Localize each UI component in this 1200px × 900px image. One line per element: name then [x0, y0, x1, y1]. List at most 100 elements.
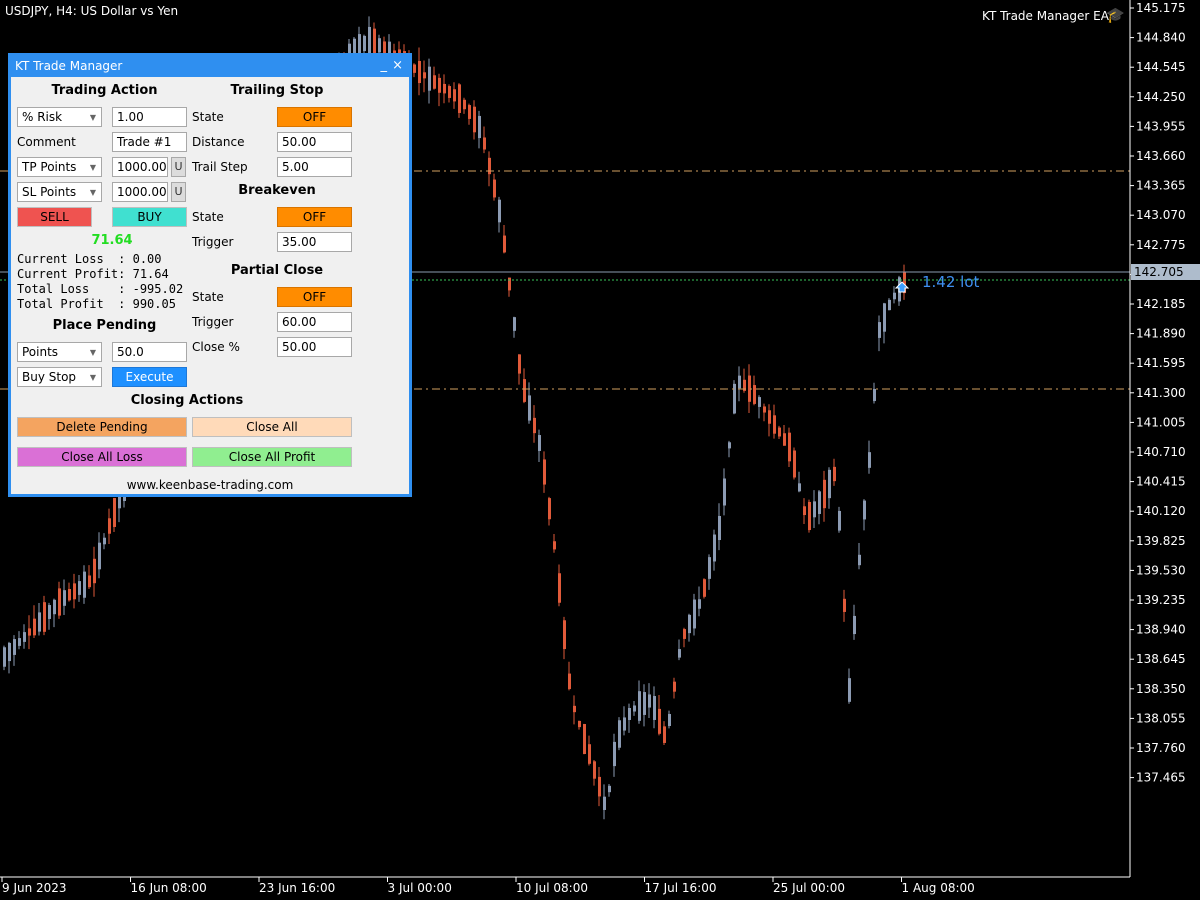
candle-body [588, 744, 591, 764]
time-tick-label: 1 Aug 08:00 [902, 881, 975, 895]
sl-mode-select[interactable]: SL Points ▼ [17, 182, 102, 202]
execute-button[interactable]: Execute [112, 367, 187, 387]
candle-body [818, 491, 821, 514]
candle-body [448, 86, 451, 98]
candle-body [38, 612, 41, 632]
pending-value-input[interactable]: 50.0 [112, 342, 187, 362]
candle-body [463, 99, 466, 110]
tp-value-input[interactable]: 1000.00 [112, 157, 168, 177]
total-loss-stat: Total Loss : -995.02 [17, 282, 184, 296]
tp-unit-button[interactable]: U [171, 157, 186, 177]
candle-body [723, 478, 726, 506]
distance-input[interactable]: 50.00 [277, 132, 352, 152]
breakeven-state-toggle[interactable]: OFF [277, 207, 352, 227]
comment-input[interactable]: Trade #1 [112, 132, 187, 152]
candle-body [863, 500, 866, 520]
candle-body [378, 38, 381, 53]
trail-step-label: Trail Step [192, 160, 248, 174]
time-tick-label: 9 Jun 2023 [2, 881, 67, 895]
price-tick-label: 138.940 [1136, 623, 1186, 637]
trailing-state-toggle[interactable]: OFF [277, 107, 352, 127]
price-tick-label: 137.760 [1136, 741, 1186, 755]
candle-body [663, 726, 666, 743]
profit-display: 71.64 [91, 233, 133, 248]
pending-mode-select[interactable]: Points ▼ [17, 342, 102, 362]
partial-close-header: Partial Close [230, 263, 324, 278]
candle-body [888, 299, 891, 311]
candle-body [583, 724, 586, 754]
candle-body [833, 466, 836, 482]
price-tick-label: 141.300 [1136, 386, 1186, 400]
panel-titlebar[interactable]: KT Trade Manager _ × [11, 53, 409, 77]
sell-button[interactable]: SELL [17, 207, 92, 227]
candle-body [568, 673, 571, 690]
close-percent-input[interactable]: 50.00 [277, 337, 352, 357]
candle-body [738, 375, 741, 389]
close-all-loss-button[interactable]: Close All Loss [17, 447, 187, 467]
trailing-state-label: State [192, 110, 224, 124]
candle-body [433, 75, 436, 89]
partial-trigger-input[interactable]: 60.00 [277, 312, 352, 332]
candle-body [468, 105, 471, 119]
partial-trigger-label: Trigger [192, 315, 234, 329]
candle-body [553, 541, 556, 550]
sl-unit-button[interactable]: U [171, 182, 186, 202]
partial-state-label: State [192, 290, 224, 304]
sl-value-input[interactable]: 1000.00 [112, 182, 168, 202]
candle-body [858, 554, 861, 566]
trail-step-input[interactable]: 5.00 [277, 157, 352, 177]
pending-type-select[interactable]: Buy Stop ▼ [17, 367, 102, 387]
candle-body [523, 379, 526, 402]
price-tick-label: 143.070 [1136, 208, 1186, 222]
time-axis: 9 Jun 2023 16 Jun 08:00 23 Jun 16:00 3 Jul … [1, 877, 975, 895]
candle-body [728, 442, 731, 449]
candle-body [368, 26, 371, 56]
candle-body [558, 573, 561, 603]
candle-body [68, 588, 71, 601]
candle-body [733, 383, 736, 414]
time-tick-label: 17 Jul 16:00 [645, 881, 717, 895]
time-tick-label: 3 Jul 00:00 [388, 881, 452, 895]
candle-body [618, 720, 621, 748]
price-tick-label: 143.955 [1136, 119, 1186, 133]
close-all-button[interactable]: Close All [192, 417, 352, 437]
candle-body [438, 77, 441, 93]
partial-state-toggle[interactable]: OFF [277, 287, 352, 307]
candle-body [848, 678, 851, 702]
website-link[interactable]: www.keenbase-trading.com [11, 478, 409, 492]
candle-body [563, 620, 566, 650]
tp-mode-select[interactable]: TP Points ▼ [17, 157, 102, 177]
candle-body [23, 632, 26, 642]
chevron-down-icon: ▼ [89, 113, 96, 122]
candle-body [413, 64, 416, 73]
current-profit-stat: Current Profit: 71.64 [17, 267, 169, 281]
delete-pending-button[interactable]: Delete Pending [17, 417, 187, 437]
candle-body [763, 406, 766, 413]
current-price-label: 142.705 [1134, 265, 1184, 279]
price-tick-label: 137.465 [1136, 771, 1186, 785]
minimize-icon[interactable]: _ [381, 53, 388, 79]
candle-body [3, 647, 6, 667]
graduation-cap-icon[interactable]: 🎓 [1106, 6, 1125, 24]
pending-type-value: Buy Stop [22, 370, 77, 384]
price-tick-label: 142.775 [1136, 238, 1186, 252]
close-all-profit-button[interactable]: Close All Profit [192, 447, 352, 467]
buy-button[interactable]: BUY [112, 207, 187, 227]
risk-mode-select[interactable]: % Risk ▼ [17, 107, 102, 127]
price-tick-label: 143.660 [1136, 149, 1186, 163]
candle-body [598, 776, 601, 797]
candle-body [668, 713, 671, 727]
candle-body [473, 106, 476, 133]
candle-body [853, 615, 856, 635]
risk-value-input[interactable]: 1.00 [112, 107, 187, 127]
candle-body [678, 649, 681, 658]
time-tick-label: 23 Jun 16:00 [259, 881, 335, 895]
pending-mode-value: Points [22, 345, 59, 359]
breakeven-trigger-input[interactable]: 35.00 [277, 232, 352, 252]
tp-mode-value: TP Points [22, 160, 77, 174]
trade-arrow-icon [894, 281, 910, 293]
close-icon[interactable]: × [392, 53, 403, 79]
candle-body [373, 28, 376, 56]
candle-body [638, 691, 641, 721]
candle-body [78, 581, 81, 595]
